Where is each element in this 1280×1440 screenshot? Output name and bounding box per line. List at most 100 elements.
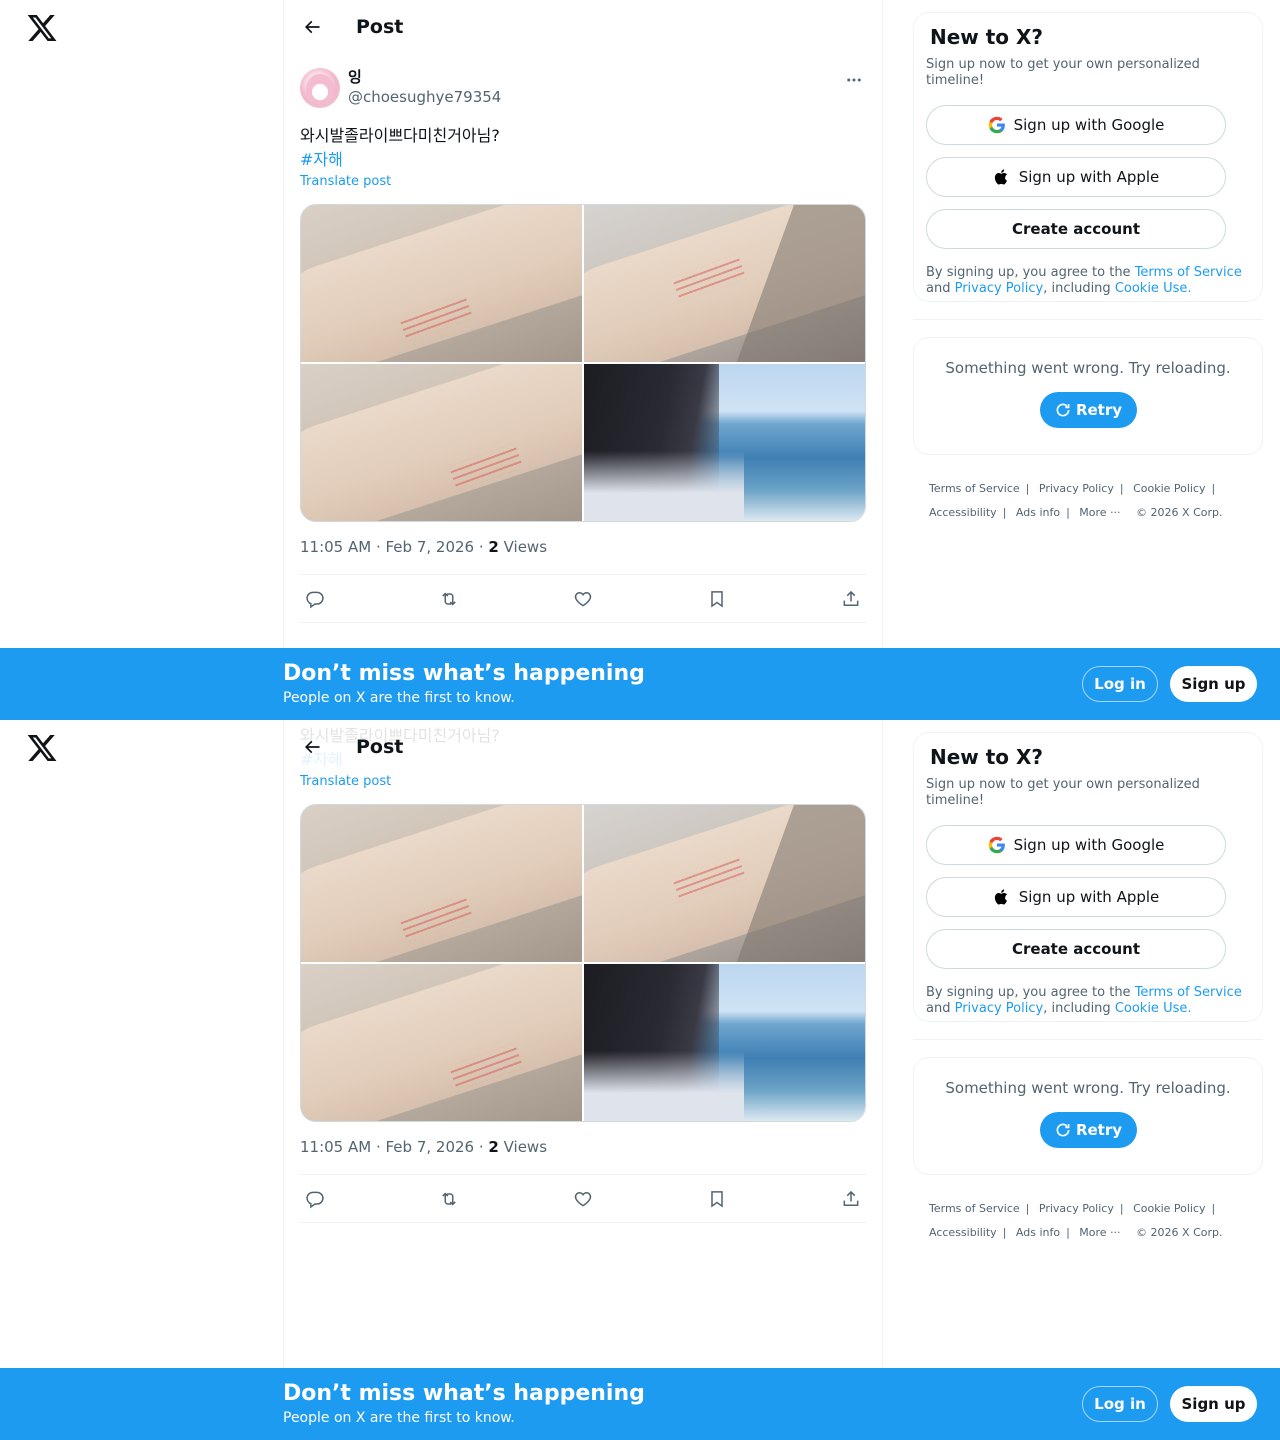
error-card: Something went wrong. Try reloading. Ret…	[913, 1057, 1263, 1175]
footer-privacy-link[interactable]: Privacy Policy	[1039, 482, 1114, 495]
post-meta: 11:05 AM · Feb 7, 2026 · 2 Views	[300, 538, 866, 558]
post-author: 잉 @choesughye79354	[300, 64, 866, 112]
post-timestamp[interactable]: 11:05 AM · Feb 7, 2026 ·	[300, 1138, 488, 1156]
repost-icon[interactable]	[438, 588, 460, 610]
cookie-use-link[interactable]: Cookie Use.	[1115, 1001, 1192, 1016]
terms-of-service-link[interactable]: Terms of Service	[1135, 985, 1242, 1000]
repost-icon[interactable]	[438, 1188, 460, 1210]
post-image-1[interactable]	[301, 205, 582, 362]
footer-more-link[interactable]: More ···	[1079, 506, 1120, 519]
post-image-2[interactable]	[584, 205, 865, 362]
banner-headline: Don’t miss what’s happening	[283, 1381, 645, 1406]
login-button[interactable]: Log in	[1082, 666, 1158, 702]
page-title: Post	[356, 735, 404, 758]
banner-subline: People on X are the first to know.	[283, 690, 515, 706]
privacy-policy-link[interactable]: Privacy Policy	[955, 281, 1044, 296]
refresh-icon	[1056, 403, 1070, 417]
footer-privacy-link[interactable]: Privacy Policy	[1039, 1202, 1114, 1215]
footer-accessibility-link[interactable]: Accessibility	[929, 506, 997, 519]
error-card: Something went wrong. Try reloading. Ret…	[913, 337, 1263, 455]
signup-subtitle: Sign up now to get your own personalized…	[926, 777, 1200, 808]
reply-icon[interactable]	[304, 588, 326, 610]
apple-signup-button[interactable]: Sign up with Apple	[926, 157, 1226, 197]
post-image-4[interactable]	[584, 364, 865, 521]
signup-button[interactable]: Sign up	[1170, 666, 1257, 702]
signup-card: New to X? Sign up now to get your own pe…	[913, 732, 1263, 1022]
post-media-grid	[300, 204, 866, 522]
views-label: Views	[498, 1138, 548, 1156]
google-signup-button[interactable]: Sign up with Google	[926, 105, 1226, 145]
post-timestamp[interactable]: 11:05 AM · Feb 7, 2026 ·	[300, 538, 488, 556]
bookmark-icon[interactable]	[706, 588, 728, 610]
banner-subline: People on X are the first to know.	[283, 1410, 515, 1426]
x-logo-icon[interactable]	[26, 732, 58, 764]
apple-signup-button[interactable]: Sign up with Apple	[926, 877, 1226, 917]
banner-headline: Don’t miss what’s happening	[283, 661, 645, 686]
translate-post-link[interactable]: Translate post	[300, 172, 866, 192]
post-header: Post	[284, 720, 882, 773]
screen-frame-top: Post 잉 @choesughye79354 와시발졸라이쁘다미친거아님? #…	[0, 0, 1280, 720]
footer-cookie-link[interactable]: Cookie Policy	[1133, 482, 1205, 495]
create-account-button[interactable]: Create account	[926, 209, 1226, 249]
footer-terms-link[interactable]: Terms of Service	[929, 482, 1020, 495]
screen-frame-bottom: Post 잉 @choesughye79354 와시발졸라이쁘다미친거아님? #…	[0, 720, 1280, 1440]
login-button[interactable]: Log in	[1082, 1386, 1158, 1422]
avatar[interactable]	[300, 68, 340, 108]
post-image-3[interactable]	[301, 964, 582, 1121]
x-logo-icon[interactable]	[26, 12, 58, 44]
footer-ads-link[interactable]: Ads info	[1016, 506, 1060, 519]
terms-text: By signing up, you agree to the	[926, 985, 1135, 1000]
retry-button[interactable]: Retry	[1039, 392, 1137, 428]
translate-post-link[interactable]: Translate post	[300, 772, 866, 792]
post-image-1[interactable]	[301, 805, 582, 962]
terms-and: and	[926, 1001, 955, 1016]
signup-title: New to X?	[930, 25, 1044, 49]
signup-title: New to X?	[930, 745, 1044, 769]
apple-icon	[993, 888, 1011, 906]
terms-including: , including	[1043, 1001, 1115, 1016]
footer-terms-link[interactable]: Terms of Service	[929, 1202, 1020, 1215]
signup-button[interactable]: Sign up	[1170, 1386, 1257, 1422]
copyright: © 2026 X Corp.	[1136, 506, 1223, 519]
post-image-3[interactable]	[301, 364, 582, 521]
create-account-button[interactable]: Create account	[926, 929, 1226, 969]
author-name[interactable]: 잉	[348, 66, 362, 87]
privacy-policy-link[interactable]: Privacy Policy	[955, 1001, 1044, 1016]
post-hashtag[interactable]: #자해	[300, 148, 866, 172]
retry-label: Retry	[1075, 1121, 1123, 1139]
heart-icon[interactable]	[572, 588, 594, 610]
retry-label: Retry	[1075, 401, 1123, 419]
bookmark-icon[interactable]	[706, 1188, 728, 1210]
share-icon[interactable]	[840, 1188, 862, 1210]
create-account-label: Create account	[1011, 220, 1140, 238]
footer-more-link[interactable]: More ···	[1079, 1226, 1120, 1239]
terms-of-service-link[interactable]: Terms of Service	[1135, 265, 1242, 280]
post-media-grid	[300, 804, 866, 1122]
page-title: Post	[356, 15, 404, 38]
footer-accessibility-link[interactable]: Accessibility	[929, 1226, 997, 1239]
footer-cookie-link[interactable]: Cookie Policy	[1133, 1202, 1205, 1215]
share-icon[interactable]	[840, 588, 862, 610]
footer-ads-link[interactable]: Ads info	[1016, 1226, 1060, 1239]
bottom-banner: Don’t miss what’s happening People on X …	[0, 648, 1280, 720]
author-handle[interactable]: @choesughye79354	[348, 88, 501, 106]
apple-icon	[993, 168, 1011, 186]
heart-icon[interactable]	[572, 1188, 594, 1210]
views-label: Views	[498, 538, 548, 556]
divider	[913, 1039, 1263, 1040]
google-signup-label: Sign up with Google	[1013, 116, 1165, 134]
cookie-use-link[interactable]: Cookie Use.	[1115, 281, 1192, 296]
refresh-icon	[1056, 1123, 1070, 1137]
arrow-left-icon[interactable]	[294, 729, 330, 765]
reply-icon[interactable]	[304, 1188, 326, 1210]
post-image-4[interactable]	[584, 964, 865, 1121]
google-signup-label: Sign up with Google	[1013, 836, 1165, 854]
retry-button[interactable]: Retry	[1039, 1112, 1137, 1148]
create-account-label: Create account	[1011, 940, 1140, 958]
post-image-2[interactable]	[584, 805, 865, 962]
google-signup-button[interactable]: Sign up with Google	[926, 825, 1226, 865]
views-count: 2	[488, 1138, 499, 1156]
more-horizontal-icon[interactable]	[842, 68, 866, 92]
footer: Terms of Service | Privacy Policy | Cookie…	[929, 1202, 1223, 1239]
arrow-left-icon[interactable]	[294, 9, 330, 45]
